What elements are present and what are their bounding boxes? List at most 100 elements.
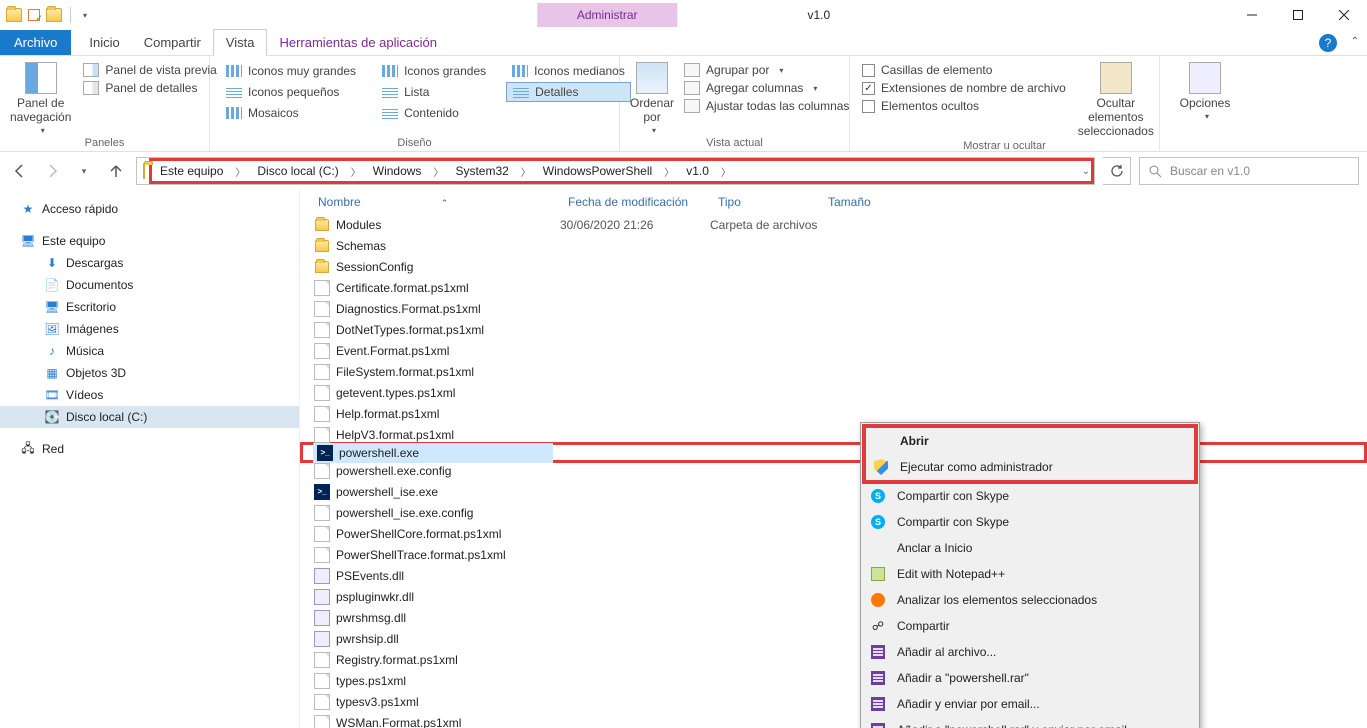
column-type[interactable]: Tipo bbox=[710, 191, 820, 213]
file-row[interactable]: Certificate.format.ps1xml bbox=[300, 277, 1367, 298]
search-input[interactable]: Buscar en v1.0 bbox=[1139, 157, 1359, 185]
tab-app-tools[interactable]: Herramientas de aplicación bbox=[267, 30, 449, 55]
tree-item[interactable]: 💽Disco local (C:) bbox=[0, 406, 299, 428]
forward-button[interactable] bbox=[40, 159, 64, 183]
qat-new-folder-icon[interactable] bbox=[46, 7, 62, 23]
tree-network[interactable]: 🖧Red bbox=[0, 438, 299, 460]
layout-extra-large[interactable]: Iconos muy grandes bbox=[220, 62, 362, 80]
back-button[interactable] bbox=[8, 159, 32, 183]
hidden-items-toggle[interactable]: Elementos ocultos bbox=[860, 98, 1068, 114]
layout-content[interactable]: Contenido bbox=[376, 104, 492, 122]
group-by-button[interactable]: Agrupar por ▾ bbox=[682, 62, 851, 78]
file-row[interactable]: pwrshmsg.dll bbox=[300, 607, 1367, 628]
file-row[interactable]: powershell_ise.exe.config bbox=[300, 502, 1367, 523]
minimize-button[interactable] bbox=[1229, 0, 1275, 30]
ctx-add-archive[interactable]: Añadir al archivo... bbox=[863, 639, 1197, 665]
ctx-avast-scan[interactable]: Analizar los elementos seleccionados bbox=[863, 587, 1197, 613]
address-bar[interactable]: Este equipo〉Disco local (C:)〉Windows〉Sys… bbox=[136, 157, 1095, 185]
collapse-ribbon-icon[interactable]: ⌃ bbox=[1351, 36, 1359, 47]
file-row[interactable]: Event.Format.ps1xml bbox=[300, 340, 1367, 361]
hide-selected-button[interactable]: Ocultar elementos seleccionados bbox=[1078, 62, 1154, 138]
breadcrumb-segment[interactable]: Windows bbox=[367, 161, 428, 181]
sort-by-button[interactable]: Ordenar por▾ bbox=[630, 62, 674, 135]
tab-file[interactable]: Archivo bbox=[0, 30, 71, 55]
navigation-tree[interactable]: ★Acceso rápido 🖥Este equipo ⬇Descargas📄D… bbox=[0, 190, 300, 728]
file-row[interactable]: WSMan.Format.ps1xml bbox=[300, 712, 1367, 728]
details-pane-button[interactable]: Panel de detalles bbox=[81, 80, 218, 96]
file-row[interactable]: powershell.exe.config bbox=[300, 460, 1367, 481]
column-date[interactable]: Fecha de modificación bbox=[560, 191, 710, 213]
layout-gallery[interactable]: Iconos muy grandes Iconos grandes Iconos… bbox=[220, 62, 609, 122]
chevron-right-icon[interactable]: 〉 bbox=[345, 161, 367, 181]
layout-small[interactable]: Iconos pequeños bbox=[220, 82, 362, 102]
chevron-right-icon[interactable]: 〉 bbox=[658, 161, 680, 181]
file-row[interactable]: pwrshsip.dll bbox=[300, 628, 1367, 649]
file-row[interactable]: typesv3.ps1xml bbox=[300, 691, 1367, 712]
recent-locations-button[interactable]: ▾ bbox=[72, 159, 96, 183]
layout-tiles[interactable]: Mosaicos bbox=[220, 104, 362, 122]
ctx-share[interactable]: ☍Compartir bbox=[863, 613, 1197, 639]
size-columns-button[interactable]: Ajustar todas las columnas bbox=[682, 98, 851, 114]
tab-view[interactable]: Vista bbox=[213, 29, 268, 56]
file-row[interactable]: Modules30/06/2020 21:26Carpeta de archiv… bbox=[300, 214, 1367, 235]
tree-item[interactable]: ♪Música bbox=[0, 340, 299, 362]
breadcrumb-segment[interactable]: Disco local (C:) bbox=[251, 161, 344, 181]
layout-list[interactable]: Lista bbox=[376, 82, 492, 102]
file-row[interactable]: Diagnostics.Format.ps1xml bbox=[300, 298, 1367, 319]
maximize-button[interactable] bbox=[1275, 0, 1321, 30]
file-row[interactable]: PowerShellTrace.format.ps1xml bbox=[300, 544, 1367, 565]
tab-home[interactable]: Inicio bbox=[77, 30, 131, 55]
column-headers[interactable]: Nombre Fecha de modificación Tipo Tamaño bbox=[300, 190, 1367, 214]
breadcrumb-segment[interactable]: Este equipo bbox=[154, 161, 229, 181]
file-row[interactable]: DotNetTypes.format.ps1xml bbox=[300, 319, 1367, 340]
chevron-right-icon[interactable]: 〉 bbox=[427, 161, 449, 181]
file-row[interactable]: pspluginwkr.dll bbox=[300, 586, 1367, 607]
breadcrumb-segment[interactable]: WindowsPowerShell bbox=[537, 161, 658, 181]
ctx-add-rar[interactable]: Añadir a "powershell.rar" bbox=[863, 665, 1197, 691]
file-row[interactable]: types.ps1xml bbox=[300, 670, 1367, 691]
ctx-add-rar-email[interactable]: Añadir a "powershell.rar" y enviar por e… bbox=[863, 717, 1197, 728]
ctx-open[interactable]: Abrir bbox=[866, 428, 1194, 454]
tree-item[interactable]: ⬇Descargas bbox=[0, 252, 299, 274]
chevron-right-icon[interactable]: 〉 bbox=[715, 161, 737, 181]
file-row[interactable]: Registry.format.ps1xml bbox=[300, 649, 1367, 670]
options-button[interactable]: Opciones▾ bbox=[1170, 62, 1240, 121]
help-icon[interactable]: ? bbox=[1319, 34, 1337, 52]
file-row[interactable]: PowerShellCore.format.ps1xml bbox=[300, 523, 1367, 544]
tree-item[interactable]: 🖥Escritorio bbox=[0, 296, 299, 318]
chevron-right-icon[interactable]: 〉 bbox=[229, 161, 251, 181]
up-button[interactable] bbox=[104, 159, 128, 183]
preview-pane-button[interactable]: Panel de vista previa bbox=[81, 62, 218, 78]
layout-details[interactable]: Detalles bbox=[506, 82, 631, 102]
file-row[interactable]: Schemas bbox=[300, 235, 1367, 256]
tree-item[interactable]: 📄Documentos bbox=[0, 274, 299, 296]
file-row[interactable]: PSEvents.dll bbox=[300, 565, 1367, 586]
address-history-dropdown[interactable]: ⌄ bbox=[1082, 158, 1090, 184]
qat-dropdown-icon[interactable]: ▾ bbox=[83, 11, 87, 20]
file-row[interactable]: >_powershell_ise.exe bbox=[300, 481, 1367, 502]
refresh-button[interactable] bbox=[1103, 157, 1131, 185]
tab-share[interactable]: Compartir bbox=[132, 30, 213, 55]
tree-item[interactable]: 🎞Vídeos bbox=[0, 384, 299, 406]
column-name[interactable]: Nombre bbox=[310, 191, 560, 213]
ctx-add-email[interactable]: Añadir y enviar por email... bbox=[863, 691, 1197, 717]
add-columns-button[interactable]: Agregar columnas ▾ bbox=[682, 80, 851, 96]
ctx-notepad[interactable]: Edit with Notepad++ bbox=[863, 561, 1197, 587]
file-row[interactable]: getevent.types.ps1xml bbox=[300, 382, 1367, 403]
breadcrumb-segment[interactable]: System32 bbox=[449, 161, 514, 181]
file-row[interactable]: FileSystem.format.ps1xml bbox=[300, 361, 1367, 382]
ctx-skype-share-2[interactable]: SCompartir con Skype bbox=[863, 509, 1197, 535]
item-checkboxes-toggle[interactable]: Casillas de elemento bbox=[860, 62, 1068, 78]
layout-large[interactable]: Iconos grandes bbox=[376, 62, 492, 80]
column-size[interactable]: Tamaño bbox=[820, 191, 900, 213]
file-extensions-toggle[interactable]: Extensiones de nombre de archivo bbox=[860, 80, 1068, 96]
breadcrumb-segment[interactable]: v1.0 bbox=[680, 161, 715, 181]
qat-properties-icon[interactable]: ✓ bbox=[26, 7, 42, 23]
file-row[interactable]: SessionConfig bbox=[300, 256, 1367, 277]
tree-this-pc[interactable]: 🖥Este equipo bbox=[0, 230, 299, 252]
ctx-run-as-admin[interactable]: Ejecutar como administrador bbox=[866, 454, 1194, 480]
manage-contextual-tab[interactable]: Administrar bbox=[537, 3, 678, 27]
layout-medium[interactable]: Iconos medianos bbox=[506, 62, 631, 80]
file-list-pane[interactable]: Nombre Fecha de modificación Tipo Tamaño… bbox=[300, 190, 1367, 728]
file-row[interactable]: Help.format.ps1xml bbox=[300, 403, 1367, 424]
